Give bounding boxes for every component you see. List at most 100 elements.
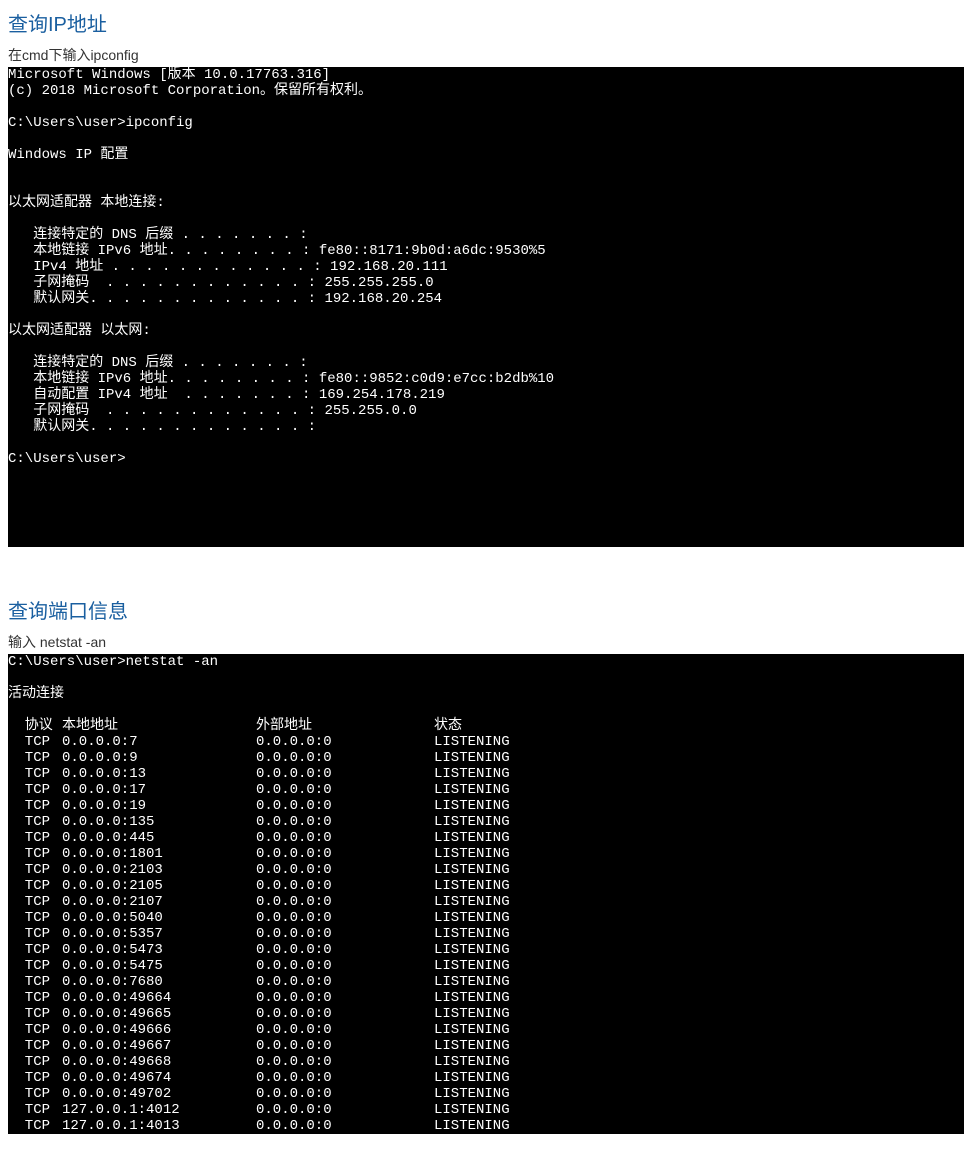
cell-state: LISTENING	[434, 1054, 964, 1070]
cell-local: 0.0.0.0:49666	[62, 1022, 256, 1038]
cell-local: 0.0.0.0:2105	[62, 878, 256, 894]
term-line: 默认网关. . . . . . . . . . . . . :	[8, 419, 316, 435]
cell-local: 0.0.0.0:5475	[62, 958, 256, 974]
cell-state: LISTENING	[434, 942, 964, 958]
cell-foreign: 0.0.0.0:0	[256, 846, 434, 862]
cell-local: 0.0.0.0:49668	[62, 1054, 256, 1070]
cell-proto: TCP	[8, 734, 62, 750]
cell-local: 0.0.0.0:5473	[62, 942, 256, 958]
cell-proto: TCP	[8, 1102, 62, 1118]
netstat-header-row: 协议本地地址外部地址状态	[8, 718, 964, 734]
cell-foreign: 0.0.0.0:0	[256, 926, 434, 942]
cell-state: LISTENING	[434, 878, 964, 894]
cell-foreign: 0.0.0.0:0	[256, 734, 434, 750]
cell-state: LISTENING	[434, 734, 964, 750]
cell-proto: TCP	[8, 1038, 62, 1054]
term-line: 本地链接 IPv6 地址. . . . . . . . : fe80::9852…	[8, 371, 554, 387]
netstat-row: TCP0.0.0.0:53570.0.0.0:0LISTENING	[8, 926, 964, 942]
cell-state: LISTENING	[434, 814, 964, 830]
term-line: Microsoft Windows [版本 10.0.17763.316]	[8, 67, 330, 83]
netstat-row: TCP0.0.0.0:18010.0.0.0:0LISTENING	[8, 846, 964, 862]
netstat-row: TCP0.0.0.0:54750.0.0.0:0LISTENING	[8, 958, 964, 974]
cell-foreign: 0.0.0.0:0	[256, 766, 434, 782]
cell-foreign: 0.0.0.0:0	[256, 878, 434, 894]
term-prompt: C:\Users\user>netstat -an	[8, 654, 218, 670]
cell-proto: TCP	[8, 910, 62, 926]
cell-local: 0.0.0.0:9	[62, 750, 256, 766]
cell-proto: TCP	[8, 942, 62, 958]
cell-foreign: 0.0.0.0:0	[256, 990, 434, 1006]
cell-state: LISTENING	[434, 862, 964, 878]
cell-local: 0.0.0.0:2107	[62, 894, 256, 910]
netstat-row: TCP0.0.0.0:21050.0.0.0:0LISTENING	[8, 878, 964, 894]
cell-local: 0.0.0.0:49665	[62, 1006, 256, 1022]
netstat-row: TCP0.0.0.0:496740.0.0.0:0LISTENING	[8, 1070, 964, 1086]
cell-state: LISTENING	[434, 830, 964, 846]
cell-proto: TCP	[8, 1086, 62, 1102]
netstat-row: TCP0.0.0.0:190.0.0.0:0LISTENING	[8, 798, 964, 814]
term-line: 连接特定的 DNS 后缀 . . . . . . . :	[8, 227, 308, 243]
netstat-row: TCP0.0.0.0:496660.0.0.0:0LISTENING	[8, 1022, 964, 1038]
cell-proto: TCP	[8, 990, 62, 1006]
netstat-row: TCP0.0.0.0:496650.0.0.0:0LISTENING	[8, 1006, 964, 1022]
cell-proto: TCP	[8, 830, 62, 846]
section-title-port: 查询端口信息	[8, 595, 964, 624]
cell-state: LISTENING	[434, 1038, 964, 1054]
cell-proto: TCP	[8, 1118, 62, 1134]
netstat-row: TCP0.0.0.0:50400.0.0.0:0LISTENING	[8, 910, 964, 926]
netstat-row: TCP0.0.0.0:497020.0.0.0:0LISTENING	[8, 1086, 964, 1102]
cell-state: LISTENING	[434, 750, 964, 766]
terminal-ipconfig: Microsoft Windows [版本 10.0.17763.316] (c…	[8, 67, 964, 547]
cell-foreign: 0.0.0.0:0	[256, 782, 434, 798]
cell-foreign: 0.0.0.0:0	[256, 814, 434, 830]
cell-foreign: 0.0.0.0:0	[256, 1054, 434, 1070]
cell-state: LISTENING	[434, 990, 964, 1006]
cell-foreign: 0.0.0.0:0	[256, 958, 434, 974]
cell-proto: TCP	[8, 958, 62, 974]
cell-proto: TCP	[8, 1070, 62, 1086]
cell-foreign: 0.0.0.0:0	[256, 1102, 434, 1118]
header-foreign: 外部地址	[256, 718, 434, 734]
cell-proto: TCP	[8, 974, 62, 990]
netstat-row: TCP0.0.0.0:70.0.0.0:0LISTENING	[8, 734, 964, 750]
term-line: C:\Users\user>ipconfig	[8, 115, 193, 131]
cell-foreign: 0.0.0.0:0	[256, 1006, 434, 1022]
cell-state: LISTENING	[434, 926, 964, 942]
cell-local: 0.0.0.0:7680	[62, 974, 256, 990]
netstat-row: TCP0.0.0.0:496640.0.0.0:0LISTENING	[8, 990, 964, 1006]
netstat-row: TCP127.0.0.1:40120.0.0.0:0LISTENING	[8, 1102, 964, 1118]
cell-state: LISTENING	[434, 766, 964, 782]
cell-local: 0.0.0.0:5357	[62, 926, 256, 942]
cell-state: LISTENING	[434, 1102, 964, 1118]
cell-local: 0.0.0.0:445	[62, 830, 256, 846]
cell-proto: TCP	[8, 926, 62, 942]
cell-state: LISTENING	[434, 1070, 964, 1086]
term-line: 本地链接 IPv6 地址. . . . . . . . : fe80::8171…	[8, 243, 546, 259]
cell-local: 0.0.0.0:13	[62, 766, 256, 782]
cell-state: LISTENING	[434, 782, 964, 798]
netstat-row: TCP0.0.0.0:76800.0.0.0:0LISTENING	[8, 974, 964, 990]
header-state: 状态	[434, 718, 964, 734]
term-line: Windows IP 配置	[8, 147, 128, 163]
cell-local: 0.0.0.0:5040	[62, 910, 256, 926]
cell-state: LISTENING	[434, 1118, 964, 1134]
cell-foreign: 0.0.0.0:0	[256, 750, 434, 766]
netstat-row: TCP0.0.0.0:170.0.0.0:0LISTENING	[8, 782, 964, 798]
cell-proto: TCP	[8, 862, 62, 878]
term-line: 自动配置 IPv4 地址 . . . . . . . : 169.254.178…	[8, 387, 445, 403]
cell-foreign: 0.0.0.0:0	[256, 894, 434, 910]
cell-local: 0.0.0.0:17	[62, 782, 256, 798]
cell-state: LISTENING	[434, 1006, 964, 1022]
cell-local: 127.0.0.1:4012	[62, 1102, 256, 1118]
term-line: 以太网适配器 本地连接:	[8, 195, 165, 211]
cell-proto: TCP	[8, 878, 62, 894]
cell-proto: TCP	[8, 750, 62, 766]
term-line: 子网掩码 . . . . . . . . . . . . : 255.255.2…	[8, 275, 434, 291]
cell-foreign: 0.0.0.0:0	[256, 974, 434, 990]
cell-state: LISTENING	[434, 798, 964, 814]
netstat-row: TCP0.0.0.0:54730.0.0.0:0LISTENING	[8, 942, 964, 958]
cell-state: LISTENING	[434, 910, 964, 926]
term-line: (c) 2018 Microsoft Corporation。保留所有权利。	[8, 83, 372, 99]
cell-proto: TCP	[8, 766, 62, 782]
cell-foreign: 0.0.0.0:0	[256, 1118, 434, 1134]
